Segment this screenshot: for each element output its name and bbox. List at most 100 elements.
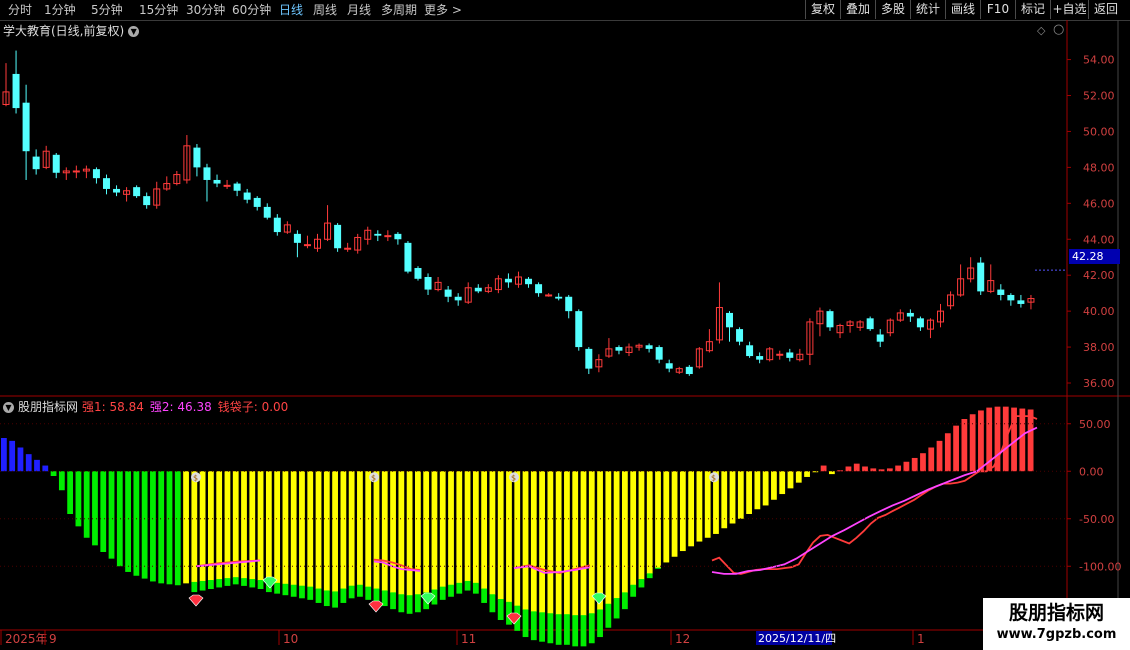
indicator-bar: [489, 471, 496, 595]
indicator-bar-green: [522, 609, 529, 638]
candle-body: [776, 353, 784, 356]
candle-body: [344, 247, 352, 250]
chevron-down-icon[interactable]: ▼: [3, 402, 14, 413]
y-tick-label: 40.00: [1083, 305, 1115, 318]
candle-body: [223, 184, 231, 187]
indicator-bar: [580, 471, 587, 616]
indicator-bar: [323, 471, 330, 591]
candlestick-chart[interactable]: $ $ $ $ 54.00 52.00 50.00 48.00 46.00 44.00 42.00…: [0, 0, 1130, 650]
y-tick-label: 50.00: [1083, 125, 1115, 138]
indicator-bar: [547, 471, 554, 614]
date-tag: 2025/12/11/四: [758, 632, 836, 645]
indicator-bar-green: [489, 594, 496, 613]
indicator-bar: [630, 471, 637, 586]
indicator-bar: [1, 438, 7, 472]
indicator-bar: [911, 457, 918, 472]
indicator-bar: [829, 471, 835, 475]
indicator-bar-green: [199, 580, 206, 591]
candle-body: [916, 318, 924, 328]
indicator-bar: [944, 433, 951, 472]
indicator-bar-green: [572, 615, 579, 647]
candle-body: [786, 352, 794, 358]
candle-body: [203, 167, 211, 180]
candle-body: [746, 345, 754, 357]
indicator-bar: [613, 471, 620, 599]
indicator-bar: [83, 471, 90, 538]
indicator-bar-green: [274, 582, 281, 594]
indicator-bar: [116, 471, 123, 567]
indicator-bar-green: [588, 613, 595, 644]
candle-body: [575, 311, 583, 348]
indicator-bar: [75, 471, 82, 527]
indicator-bar-green: [241, 578, 247, 586]
y-tick-label: 48.00: [1083, 161, 1115, 174]
candle-body: [113, 188, 121, 193]
y-tick-label: 38.00: [1083, 341, 1115, 354]
indicator-bar-green: [646, 573, 653, 579]
candle-body: [535, 284, 543, 294]
indicator-bar: [100, 471, 107, 552]
indicator-bar: [787, 471, 794, 489]
indicator-bar: [555, 471, 562, 615]
indicator-bar: [9, 440, 16, 472]
current-price-label: 42.28: [1069, 249, 1120, 264]
indicator-bar: [125, 471, 131, 572]
ind-tick-label: 50.00: [1079, 418, 1111, 431]
indicator-bar: [605, 471, 612, 605]
indicator-bar: [928, 447, 935, 472]
candle-body: [454, 296, 462, 301]
ind-tick-label: 0.00: [1079, 465, 1104, 478]
indicator-bar: [679, 471, 686, 552]
indicator-bar: [572, 471, 579, 616]
candle-body: [585, 348, 593, 369]
x-tick-label: 1: [917, 632, 925, 646]
indicator-bar: [671, 471, 678, 557]
candle-body: [293, 233, 301, 243]
y-tick-label: 44.00: [1083, 233, 1115, 246]
x-tick-label: 2025年: [5, 632, 48, 646]
indicator-bar-green: [630, 584, 637, 597]
candle-body: [143, 196, 151, 206]
indicator-bar-green: [530, 611, 537, 641]
indicator-bar-green: [290, 584, 297, 597]
candle-body: [273, 217, 281, 233]
indicator-bar-green: [472, 582, 479, 594]
candle-body: [565, 296, 573, 312]
indicator-bar: [771, 471, 777, 500]
candle-body: [756, 356, 764, 360]
ind-tick-label: -50.00: [1079, 513, 1114, 526]
indicator-bar-green: [448, 584, 454, 597]
indicator-bar: [853, 463, 860, 472]
y-tick-label: 46.00: [1083, 197, 1115, 210]
indicator-bar-green: [357, 584, 363, 597]
indicator-bar: [688, 471, 695, 547]
indicator-bar: [332, 471, 338, 592]
indicator-bar: [762, 471, 769, 506]
candle-body: [133, 187, 141, 197]
indicator-bar: [464, 471, 471, 582]
indicator-bar: [398, 471, 405, 595]
indicator-bar: [655, 471, 661, 569]
indicator-bar-green: [564, 614, 570, 645]
x-tick-label: 9: [49, 632, 57, 646]
indicator-bar: [282, 471, 289, 585]
candle-body: [615, 347, 623, 351]
indicator-bar-green: [390, 592, 396, 610]
candle-body: [876, 334, 884, 342]
indicator-bar: [307, 471, 314, 588]
candle-body: [826, 311, 834, 328]
money-bag-glyph: $: [371, 473, 376, 482]
candle-body: [645, 345, 653, 349]
indicator-bar: [737, 471, 744, 519]
candle-body: [102, 178, 110, 189]
indicator-bar: [456, 471, 463, 584]
gem-icon: [368, 600, 384, 613]
indicator-bar-green: [365, 586, 372, 600]
indicator-bar: [597, 471, 603, 610]
indicator-bar-green: [249, 579, 256, 588]
indicator-bar: [448, 471, 454, 586]
indicator-bar-green: [315, 588, 322, 603]
indicator-title[interactable]: ▼ 股朋指标网 强1: 58.84 强2: 46.38 钱袋子: 0.00: [3, 398, 288, 415]
indicator-bar-green: [208, 580, 214, 589]
watermark-url: www.7gpzb.com: [996, 627, 1117, 642]
